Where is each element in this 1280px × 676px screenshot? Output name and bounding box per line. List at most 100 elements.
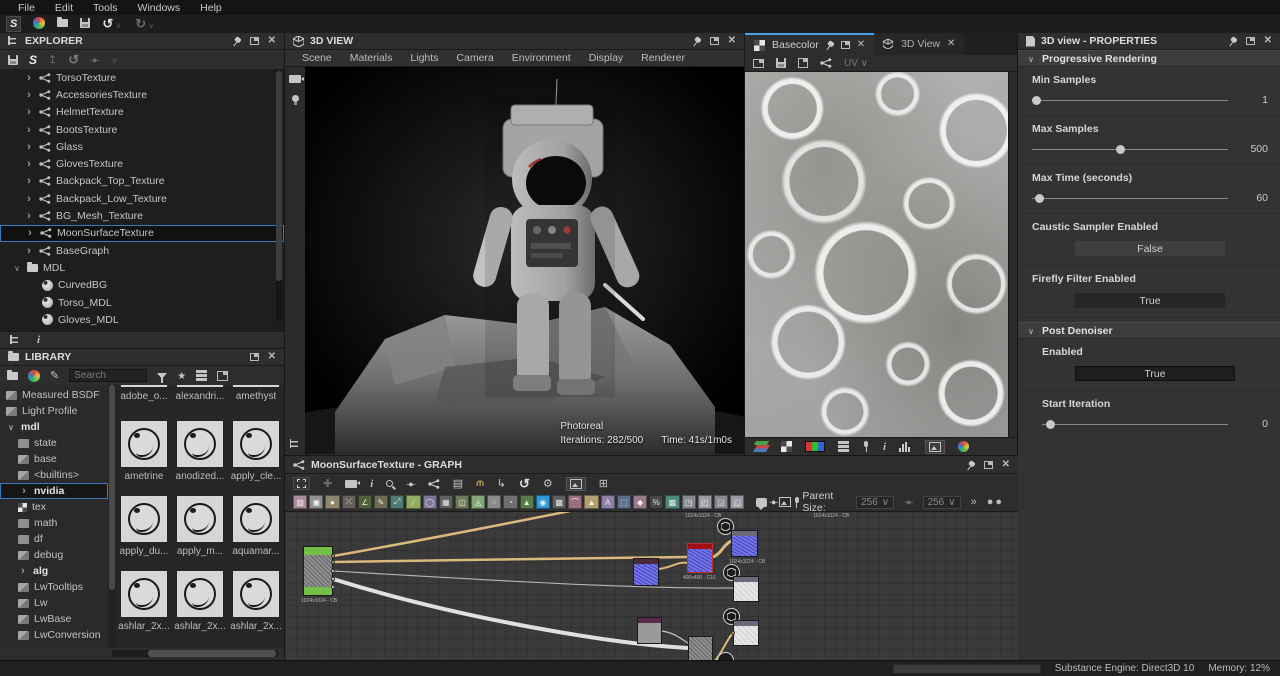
edit-icon[interactable] <box>50 369 59 382</box>
new-package-button[interactable] <box>33 16 46 32</box>
asset-thumbnail[interactable] <box>121 385 167 387</box>
tree-item-mdl[interactable]: Gloves_MDL <box>0 311 284 328</box>
histogram-icon[interactable] <box>899 441 913 452</box>
float-window-icon[interactable] <box>1245 37 1255 45</box>
link-icon[interactable] <box>90 55 98 65</box>
graph-node-noise[interactable] <box>688 636 713 661</box>
menu-renderer[interactable]: Renderer <box>632 52 694 64</box>
asset-thumbnail[interactable] <box>121 496 167 542</box>
graph-node-output-basecolor[interactable] <box>731 530 758 557</box>
max-samples-slider[interactable] <box>1032 144 1228 154</box>
node-type-light[interactable]: ◬ <box>471 495 486 509</box>
info-tab-icon[interactable]: i <box>37 334 40 346</box>
pin-icon[interactable] <box>1227 35 1238 46</box>
tree-item-mdl[interactable]: Torso_MDL <box>0 294 284 311</box>
tab-3d-view[interactable]: 3D View <box>874 33 965 55</box>
size-link-icon[interactable] <box>904 497 912 507</box>
graph-node-blend[interactable] <box>633 558 659 586</box>
parent-height-select[interactable]: 256 ∨ <box>922 495 961 509</box>
save-package-icon[interactable] <box>8 54 18 65</box>
asset-thumbnail[interactable] <box>177 496 223 542</box>
node-type-noise[interactable]: ▩ <box>552 495 567 509</box>
scene-tree-icon[interactable] <box>289 439 301 449</box>
elbow-link-icon[interactable]: ↳ <box>497 477 506 490</box>
tree-item-selected[interactable]: MoonSurfaceTexture <box>0 224 284 242</box>
tree-item[interactable]: HelmetTexture <box>0 104 284 121</box>
asset-thumbnail[interactable] <box>121 571 167 617</box>
start-iteration-value[interactable]: 0 <box>1238 418 1268 430</box>
node-type-uniform-color[interactable]: ▨ <box>293 495 308 509</box>
node-type-frame1[interactable]: ◳ <box>681 495 696 509</box>
asset-thumbnail[interactable] <box>233 385 279 387</box>
close-icon[interactable] <box>947 39 955 49</box>
straighten-links-icon[interactable] <box>406 479 414 489</box>
comment-icon[interactable] <box>755 497 767 510</box>
tree-item-mdl[interactable]: CurvedBG <box>0 277 284 294</box>
tree-item[interactable]: BootsTexture <box>0 121 284 138</box>
section-progressive-rendering[interactable]: Progressive Rendering <box>1018 50 1280 67</box>
library-tree-item[interactable]: Light Profile <box>0 403 108 419</box>
node-type-sphere[interactable]: ◔ <box>503 495 518 509</box>
collapse-icon[interactable] <box>6 422 16 432</box>
undo-dropdown[interactable] <box>113 20 123 30</box>
node-type-frame3[interactable]: ◲ <box>713 495 729 509</box>
menu-environment[interactable]: Environment <box>503 52 580 64</box>
expand-icon[interactable] <box>24 245 34 257</box>
background-checker-icon[interactable] <box>781 441 792 452</box>
open-button[interactable] <box>57 17 69 30</box>
menu-camera[interactable]: Camera <box>447 52 502 64</box>
camera-icon[interactable] <box>289 75 304 83</box>
node-type-arch[interactable]: ⌒ <box>568 495 583 509</box>
graph-node-output-height[interactable] <box>733 620 759 646</box>
uv-dropdown[interactable]: UV ∨ <box>844 58 868 69</box>
asset-thumbnail[interactable] <box>233 571 279 617</box>
node-type-curve[interactable]: ∠ <box>357 495 372 509</box>
float-window-icon[interactable] <box>249 353 259 361</box>
basecolor-texture-image[interactable] <box>745 72 1008 437</box>
max-time-slider[interactable] <box>1032 193 1228 203</box>
float-window-icon[interactable] <box>249 37 259 45</box>
node-type-shuffle[interactable]: ⤫ <box>341 495 356 509</box>
node-link-icon[interactable] <box>820 58 832 68</box>
tree-item[interactable]: AccessoriesTexture <box>0 86 284 103</box>
zoom-icon[interactable] <box>386 480 394 487</box>
node-type-bitmap[interactable]: ▣ <box>309 495 324 509</box>
export-icon[interactable]: ↥ <box>48 53 57 66</box>
graph-node-output-roughness[interactable] <box>733 576 759 602</box>
menu-edit[interactable]: Edit <box>45 2 83 14</box>
grid-view-icon[interactable] <box>196 370 208 381</box>
info-icon[interactable]: i <box>370 478 373 490</box>
asset-thumbnail[interactable] <box>233 421 279 467</box>
tree-item[interactable]: Glass <box>0 138 284 155</box>
close-icon[interactable] <box>857 40 865 50</box>
redo-button[interactable] <box>135 16 156 32</box>
parameters-icon[interactable]: ⫙ <box>476 477 484 490</box>
copy-icon[interactable] <box>798 58 808 68</box>
tree-folder-mdl[interactable]: MDL <box>0 259 284 276</box>
frame-icon[interactable]: ⊞ <box>599 477 608 490</box>
tree-item[interactable]: Backpack_Low_Texture <box>0 190 284 207</box>
node-type-percent[interactable]: % <box>649 495 664 509</box>
tree-item[interactable]: BG_Mesh_Texture <box>0 207 284 224</box>
graph-node-selected[interactable] <box>687 543 713 573</box>
light-icon[interactable] <box>291 95 299 105</box>
asset-thumbnail[interactable] <box>233 496 279 542</box>
expand-icon[interactable] <box>19 485 29 497</box>
pin-icon[interactable] <box>965 459 976 470</box>
max-time-value[interactable]: 60 <box>1238 192 1268 204</box>
expand-icon[interactable] <box>24 210 34 222</box>
expand-view-icon[interactable] <box>217 370 229 381</box>
duplicate-view-icon[interactable] <box>753 58 764 68</box>
library-tree-item[interactable]: LwTooltips <box>0 579 108 595</box>
add-url-icon[interactable] <box>28 369 40 382</box>
tools-icon[interactable]: ⚙ <box>543 477 553 490</box>
library-tree-item[interactable]: base <box>0 451 108 467</box>
asset-thumbnail[interactable] <box>177 385 223 387</box>
pin-node-icon[interactable] <box>793 496 801 508</box>
max-samples-value[interactable]: 500 <box>1238 143 1268 155</box>
close-icon[interactable] <box>1002 460 1010 470</box>
node-type-tile[interactable]: ▦ <box>438 495 453 509</box>
denoiser-enabled-toggle[interactable]: True <box>1075 366 1235 381</box>
expand-icon[interactable] <box>25 227 35 239</box>
undo-button[interactable] <box>102 16 123 32</box>
